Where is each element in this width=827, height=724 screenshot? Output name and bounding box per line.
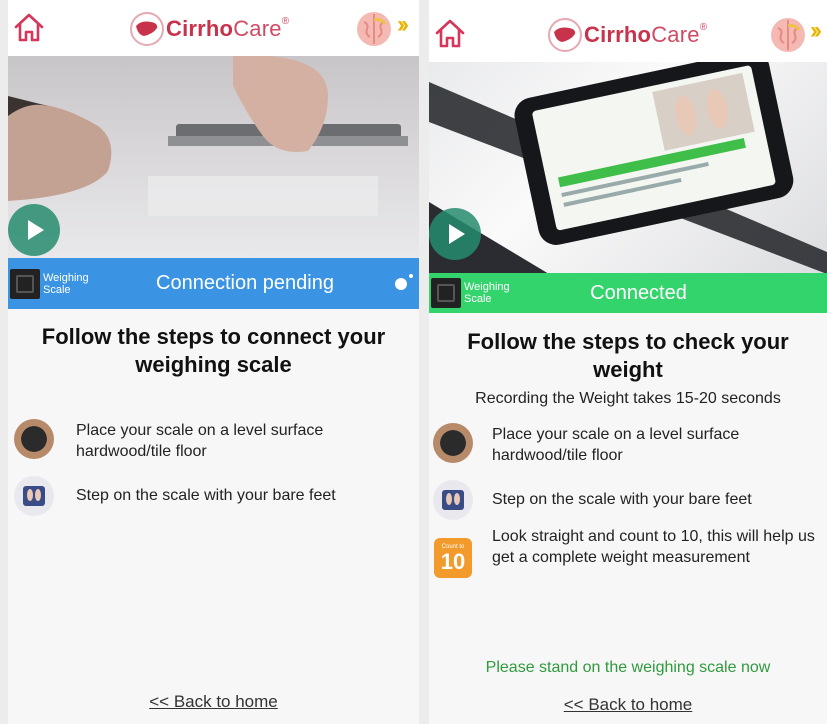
connect-scale-screen: CirrhoCare® ›› Weighing Scale Connection… <box>8 0 419 724</box>
app-header: CirrhoCare® ›› <box>8 0 419 56</box>
brain-icon[interactable] <box>355 10 393 48</box>
step-text: Place your scale on a level surface hard… <box>492 426 740 464</box>
logo-text: CirrhoCare® <box>166 16 290 41</box>
liver-icon <box>548 18 582 52</box>
brain-icon[interactable] <box>769 16 807 54</box>
scale-icon <box>14 419 54 459</box>
weighing-scale-icon <box>431 278 461 308</box>
step-item: Step on the scale with your bare feet <box>433 480 819 520</box>
cirrhocare-logo: CirrhoCare® <box>130 12 289 46</box>
back-to-home-link[interactable]: << Back to home <box>8 692 419 712</box>
device-label: Weighing Scale <box>464 281 510 305</box>
home-icon[interactable] <box>433 18 467 50</box>
play-button[interactable] <box>429 208 481 260</box>
check-weight-screen: CirrhoCare® ›› Weighing Scale Connected … <box>429 0 827 724</box>
back-to-home-link[interactable]: << Back to home <box>429 695 827 715</box>
step-text: Look straight and count to 10, this will… <box>492 528 815 566</box>
weighing-scale-icon <box>10 268 40 299</box>
app-header: CirrhoCare® ›› <box>429 0 827 62</box>
step-text: Place your scale on a level surface hard… <box>76 422 324 460</box>
recording-duration-text: Recording the Weight takes 15-20 seconds <box>475 390 781 407</box>
step-text: Step on the scale with your bare feet <box>492 491 752 508</box>
bare-feet-icon <box>433 480 473 520</box>
cirrhocare-logo: CirrhoCare® <box>548 18 707 52</box>
step-item: Place your scale on a level surface hard… <box>433 423 819 466</box>
liver-icon <box>130 12 164 46</box>
count-to-10-icon: Count to 10 <box>434 538 472 578</box>
tutorial-video[interactable] <box>8 56 419 258</box>
double-chevron-right-icon[interactable]: ›› <box>397 11 409 39</box>
device-label: Weighing Scale <box>43 271 89 296</box>
scale-icon <box>433 423 473 463</box>
step-item: Step on the scale with your bare feet <box>14 476 409 516</box>
connection-status-text: Connection pending <box>156 272 334 294</box>
double-chevron-right-icon[interactable]: ›› <box>810 17 822 45</box>
connection-status-bar: Weighing Scale Connection pending <box>8 258 419 309</box>
bare-feet-icon <box>14 476 54 516</box>
step-item: Place your scale on a level surface hard… <box>14 419 409 462</box>
stand-on-scale-prompt: Please stand on the weighing scale now <box>485 659 771 676</box>
bluetooth-toggle-icon[interactable] <box>395 273 413 290</box>
step-text: Step on the scale with your bare feet <box>76 487 336 504</box>
connection-status-text: Connected <box>590 281 687 304</box>
step-item: Count to 10 Look straight and count to 1… <box>434 526 819 578</box>
tutorial-video[interactable] <box>429 62 827 274</box>
page-title: Follow the steps to check your weight <box>467 329 789 382</box>
page-title: Follow the steps to connect your weighin… <box>41 324 386 377</box>
logo-text: CirrhoCare® <box>584 22 708 47</box>
play-button[interactable] <box>8 204 60 256</box>
connection-status-bar: Weighing Scale Connected <box>429 273 827 313</box>
home-icon[interactable] <box>12 12 46 44</box>
